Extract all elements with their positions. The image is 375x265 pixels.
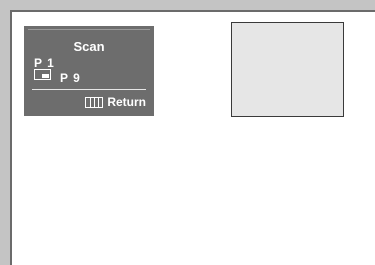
osd-top-border: [28, 29, 150, 30]
return-button[interactable]: Return: [85, 94, 146, 110]
osd-divider: [32, 89, 146, 90]
pip-icon-subwindow: [42, 74, 49, 78]
sub-channel-label: P 9: [60, 71, 81, 85]
main-channel-label: P 1: [34, 56, 55, 70]
osd-title: Scan: [73, 39, 105, 54]
pip-window: [231, 22, 344, 117]
return-label: Return: [107, 95, 146, 109]
pip-icon: [34, 69, 51, 80]
scan-osd-panel: Scan P 1 P 9 Return: [24, 26, 154, 116]
menu-icon: [85, 96, 104, 108]
